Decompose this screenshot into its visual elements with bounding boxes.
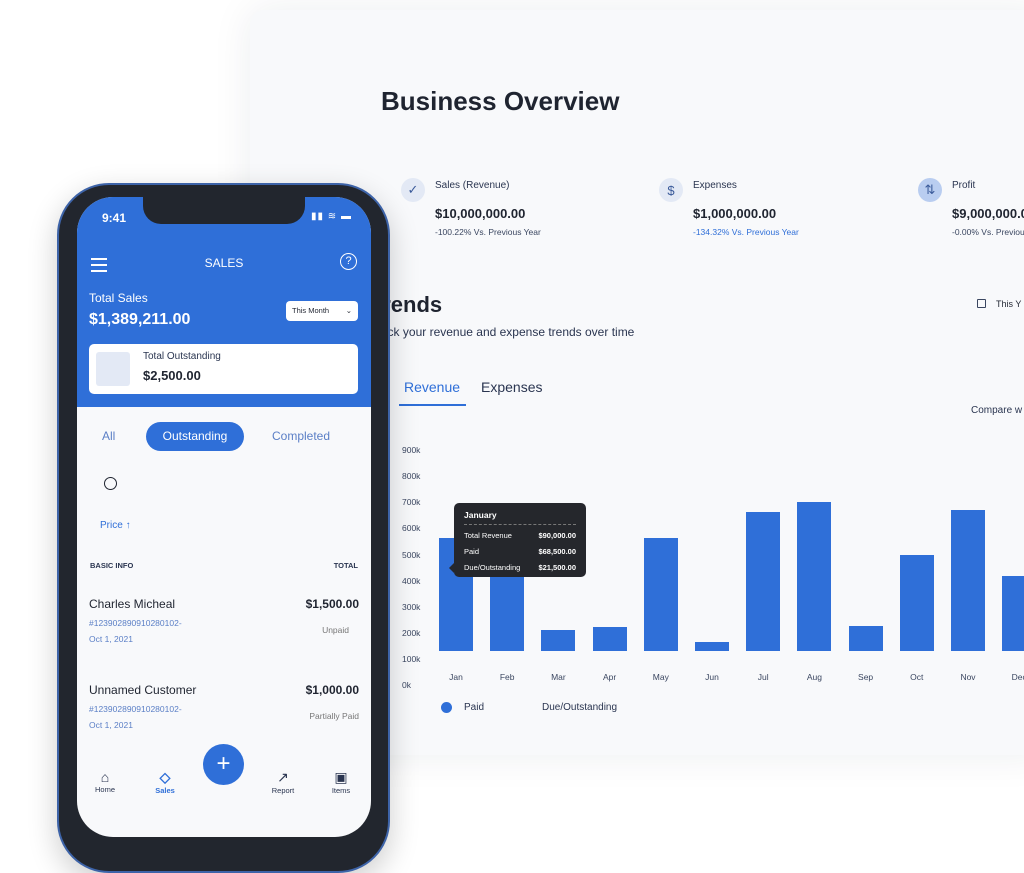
- bar-oct[interactable]: [899, 555, 934, 651]
- bar-jul[interactable]: [746, 512, 781, 651]
- legend-due: Due/Outstanding: [542, 702, 618, 713]
- x-tick: Jan: [449, 672, 463, 682]
- y-tick: 0k: [402, 680, 411, 690]
- tab-underline: [399, 404, 466, 406]
- outstanding-value: $2,500.00: [143, 368, 201, 383]
- outstanding-thumbnail: [96, 352, 130, 386]
- x-tick: Feb: [499, 672, 515, 682]
- kpi-label: Sales (Revenue): [435, 180, 510, 191]
- x-tick: Jun: [705, 672, 719, 682]
- bar-nov[interactable]: [951, 509, 985, 651]
- trends-subtitle: Track your revenue and expense trends ov…: [370, 325, 635, 339]
- filter-all[interactable]: All: [102, 429, 115, 443]
- y-tick: 900k: [402, 445, 421, 456]
- x-tick: Dec: [1011, 672, 1024, 682]
- x-tick: Sep: [858, 672, 874, 682]
- bar-mar[interactable]: [541, 629, 576, 651]
- box-icon: ▣: [334, 769, 348, 785]
- notch: [143, 197, 305, 224]
- kpi-label: Expenses: [693, 180, 737, 191]
- x-tick: Aug: [806, 672, 822, 682]
- profit-icon: ⇅: [918, 178, 942, 202]
- kpi-value: $1,000,000.00: [693, 206, 777, 221]
- x-tick: May: [652, 672, 669, 682]
- x-tick: Apr: [602, 672, 617, 682]
- outstanding-label: Total Outstanding: [143, 351, 221, 362]
- nav-items[interactable]: ▣ Items: [327, 769, 355, 795]
- kpi-change: -134.32% Vs. Previous Year: [693, 227, 799, 237]
- bar-jun[interactable]: [695, 641, 729, 651]
- total-sales-value: $1,389,211.00: [89, 311, 191, 328]
- chevron-down-icon: ⌄: [345, 306, 352, 315]
- home-icon: ⌂: [100, 769, 110, 785]
- dollar-icon: $: [659, 178, 683, 202]
- x-tick: Mar: [551, 672, 566, 682]
- filter-completed[interactable]: Completed: [272, 429, 330, 443]
- tag-icon: ◇: [159, 769, 171, 785]
- y-tick: 600k: [402, 523, 421, 534]
- period-label: This Y: [996, 299, 1022, 309]
- x-tick: Oct: [910, 672, 924, 682]
- tooltip-row: Due/Outstanding $21,500.00: [464, 563, 576, 572]
- y-tick: 200k: [402, 627, 421, 638]
- calendar-icon: [977, 299, 986, 308]
- clipboard-check-icon: ✓: [401, 178, 425, 202]
- search-icon[interactable]: [104, 477, 117, 490]
- period-dropdown[interactable]: This Month ⌄: [286, 301, 358, 321]
- nav-home[interactable]: ⌂ Home: [91, 769, 119, 794]
- screen-title: SALES: [204, 256, 244, 270]
- outstanding-card[interactable]: Total Outstanding $2,500.00: [89, 344, 358, 394]
- chart-tooltip: January Total Revenue $90,000.00 Paid $68,…: [449, 503, 586, 577]
- page-title: Business Overview: [381, 86, 620, 116]
- x-tick: Jul: [757, 672, 769, 682]
- tab-revenue[interactable]: Revenue: [404, 379, 460, 395]
- y-tick: 400k: [402, 575, 421, 586]
- bar-may[interactable]: [643, 538, 678, 651]
- total-sales-label: Total Sales: [89, 291, 148, 305]
- tab-expenses[interactable]: Expenses: [481, 379, 542, 395]
- bar-aug[interactable]: [797, 501, 832, 651]
- trend-up-icon: ↗: [277, 769, 289, 785]
- tooltip-row: Paid $68,500.00: [464, 547, 576, 556]
- kpi-value: $10,000,000.00: [435, 206, 526, 221]
- legend-paid: Paid: [464, 702, 485, 713]
- legend-paid-dot: [441, 702, 452, 713]
- list-item[interactable]: Charles Micheal #123902890910280102- Oct…: [89, 597, 359, 657]
- y-tick: 100k: [402, 653, 421, 664]
- phone-screen: 9:41 ▮▮ ≋ ▬ SALES ? Total Sales $1,389,2…: [77, 197, 371, 837]
- bar-sep[interactable]: [848, 625, 883, 651]
- bar-apr[interactable]: [592, 627, 627, 651]
- add-button[interactable]: +: [203, 744, 244, 785]
- status-time: 9:41: [102, 211, 127, 225]
- list-item[interactable]: Unnamed Customer #123902890910280102- Oc…: [89, 683, 359, 743]
- kpi-label: Profit: [952, 180, 976, 191]
- x-tick: Nov: [960, 672, 976, 682]
- y-tick: 300k: [402, 601, 421, 612]
- help-icon[interactable]: ?: [340, 253, 357, 270]
- filter-outstanding[interactable]: Outstanding: [146, 422, 244, 451]
- arrow-up-icon: ↑: [125, 520, 131, 531]
- status-icons: ▮▮ ≋ ▬: [311, 211, 352, 222]
- nav-sales[interactable]: ◇ Sales: [151, 769, 179, 795]
- period-select[interactable]: This Y: [977, 299, 1021, 309]
- y-tick: 500k: [402, 549, 421, 560]
- bar-dec[interactable]: [1002, 576, 1024, 651]
- compare-toggle[interactable]: Compare w: [971, 405, 1022, 416]
- kpi-change: -0.00% Vs. Previous Year: [952, 227, 1024, 237]
- tooltip-title: January: [464, 510, 497, 520]
- tooltip-row: Total Revenue $90,000.00: [464, 531, 576, 540]
- nav-report[interactable]: ↗ Report: [267, 769, 299, 795]
- col-basic-info: BASIC INFO: [90, 561, 134, 570]
- kpi-change: -100.22% Vs. Previous Year: [435, 227, 541, 237]
- col-total: TOTAL: [333, 561, 358, 570]
- kpi-value: $9,000,000.00: [952, 206, 1024, 221]
- y-tick: 800k: [402, 471, 421, 482]
- sales-header: 9:41 ▮▮ ≋ ▬ SALES ? Total Sales $1,389,2…: [77, 197, 371, 407]
- sort-price[interactable]: Price ↑: [100, 520, 131, 531]
- y-tick: 700k: [402, 497, 421, 508]
